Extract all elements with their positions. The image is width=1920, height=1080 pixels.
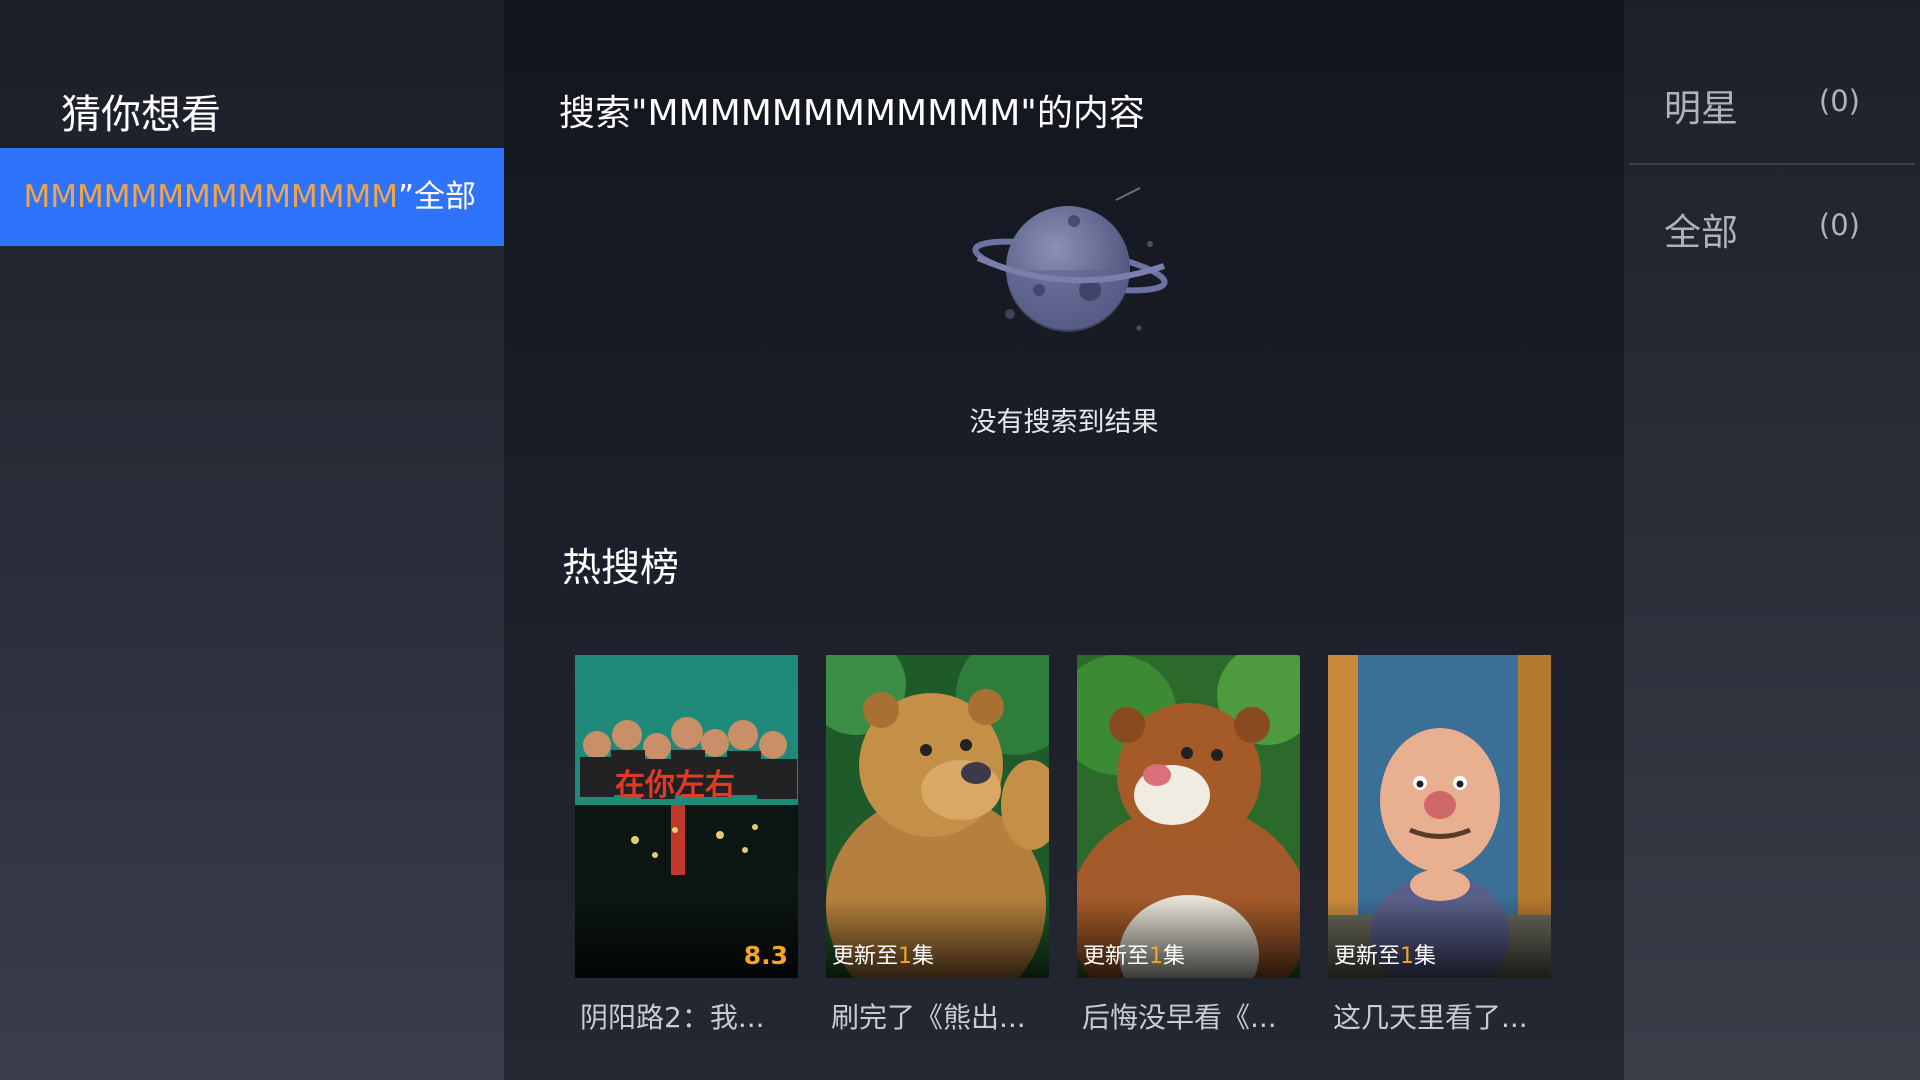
tab-count: (0) <box>1818 208 1860 242</box>
search-heading: 搜索"MMMMMMMMMMMM"的内容 <box>559 93 1145 134</box>
poster-image: 在你左右 8.3 <box>575 655 798 978</box>
divider <box>1629 163 1915 165</box>
update-badge: 更新至1集 <box>832 944 935 969</box>
suggestion-item-selected[interactable]: MMMMMMMMMMMMMM”全部 <box>0 148 504 246</box>
poster-image: 更新至1集 <box>1328 655 1551 978</box>
hot-card-3[interactable]: 更新至1集 后悔没早看《... <box>1077 655 1300 1036</box>
suggestion-query: MMMMMMMMMMMMMM <box>23 179 398 215</box>
search-results-panel: 搜索"MMMMMMMMMMMM"的内容 没有搜索到结果 热搜榜 在你左右 8.3… <box>504 0 1624 1080</box>
tab-stars[interactable]: 明星 (0) <box>1624 78 1920 198</box>
sidebar-title: 猜你想看 <box>61 92 221 138</box>
hot-card-1[interactable]: 在你左右 8.3 阴阳路2：我... <box>575 655 798 1036</box>
card-caption: 刷完了《熊出... <box>831 1001 1026 1034</box>
rating-score: 8.3 <box>743 941 788 970</box>
hot-card-2[interactable]: 更新至1集 刷完了《熊出... <box>826 655 1049 1036</box>
card-caption: 阴阳路2：我... <box>580 1001 765 1034</box>
update-badge: 更新至1集 <box>1334 944 1437 969</box>
empty-planet-icon <box>964 178 1184 348</box>
tab-count: (0) <box>1818 84 1860 118</box>
hot-card-4[interactable]: 更新至1集 这几天里看了... <box>1328 655 1551 1036</box>
suggestion-suffix: ”全部 <box>397 179 476 215</box>
tab-all[interactable]: 全部 (0) <box>1624 202 1920 322</box>
poster-image: 更新至1集 <box>826 655 1049 978</box>
hot-search-title: 热搜榜 <box>562 546 680 591</box>
tab-label: 全部 <box>1664 211 1738 254</box>
category-sidebar: 明星 (0) 全部 (0) <box>1624 0 1920 1080</box>
svg-text:在你左右: 在你左右 <box>615 768 735 803</box>
card-caption: 后悔没早看《... <box>1082 1001 1277 1034</box>
card-caption: 这几天里看了... <box>1333 1001 1528 1034</box>
update-badge: 更新至1集 <box>1083 944 1186 969</box>
tab-label: 明星 <box>1664 87 1738 130</box>
empty-result-text: 没有搜索到结果 <box>969 407 1159 438</box>
suggestion-sidebar: 猜你想看 MMMMMMMMMMMMMM”全部 <box>0 0 504 1080</box>
poster-image: 更新至1集 <box>1077 655 1300 978</box>
